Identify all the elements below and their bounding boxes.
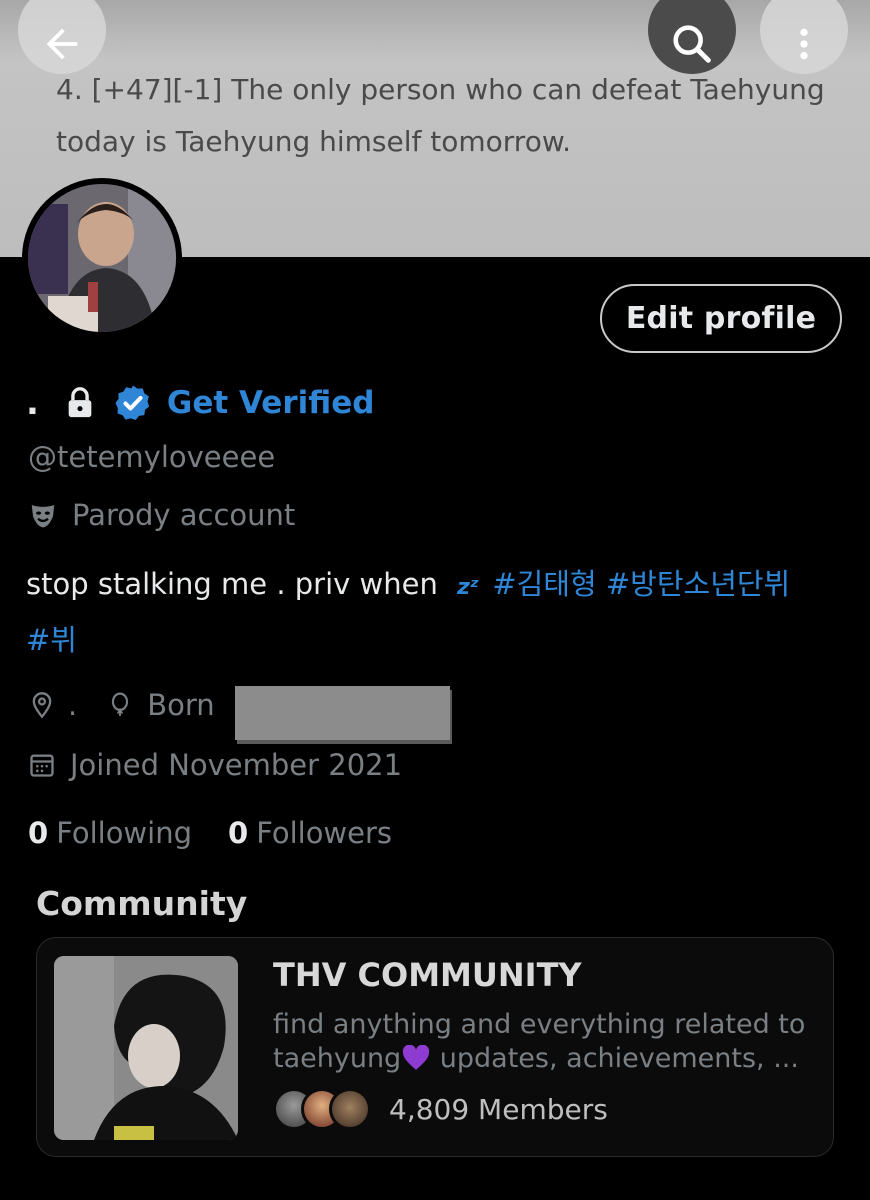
calendar-icon (30, 754, 54, 777)
followers-label: Followers (256, 816, 393, 850)
joined-date: Joined November 2021 (70, 748, 403, 782)
parody-account-text: Parody account (72, 498, 296, 532)
location-birthday-row: . Born (28, 688, 215, 722)
profile-screen: 4. [+47][-1] The only person who can def… (0, 0, 870, 1200)
community-name: THV COMMUNITY (273, 956, 582, 994)
display-name: . (26, 383, 39, 423)
born-label: Born (147, 688, 215, 722)
community-description: find anything and everything related to … (273, 1008, 823, 1076)
arrow-left-icon (46, 28, 78, 60)
name-row: . Get Verified (26, 378, 374, 428)
members-count: 4,809 Members (389, 1092, 608, 1126)
zzz-emoji: zᶻ (457, 575, 480, 600)
banner-quote-line1: 4. [+47][-1] The only person who can def… (56, 73, 825, 106)
banner-gradient (0, 0, 870, 60)
member-avatar (329, 1088, 371, 1130)
community-description-post: updates, achievements, ... (431, 1043, 799, 1074)
avatar-photo-shapes (28, 184, 176, 332)
hashtag-v[interactable]: #뷔 (26, 623, 77, 657)
community-image (54, 956, 238, 1140)
redaction-box (235, 686, 450, 740)
purple-heart-emoji (403, 1044, 430, 1070)
get-verified-link[interactable]: Get Verified (167, 385, 375, 421)
members-row: 4,809 Members (273, 1088, 608, 1130)
edit-profile-button[interactable]: Edit profile (600, 284, 842, 353)
following-label: Following (56, 816, 192, 850)
following-link[interactable]: 0 Following (28, 816, 192, 850)
more-vertical-icon (800, 28, 808, 60)
community-description-line2: taehyung updates, achievements, ... (273, 1042, 823, 1076)
balloon-icon (112, 692, 129, 716)
theater-mask-icon (31, 505, 55, 528)
lock-icon (68, 387, 92, 418)
user-handle: @tetemyloveeee (28, 440, 276, 474)
joined-row: Joined November 2021 (28, 748, 402, 782)
followers-link[interactable]: 0 Followers (228, 816, 392, 850)
search-icon (673, 25, 711, 63)
location-text: . (68, 688, 78, 722)
follow-stats: 0 Following 0 Followers (28, 816, 392, 850)
hashtag-bts-v[interactable]: #방탄소년단뷔 (606, 567, 790, 601)
banner-quote-line2: today is Taehyung himself tomorrow. (56, 125, 572, 158)
community-card[interactable]: THV COMMUNITY find anything and everythi… (36, 937, 834, 1157)
followers-count: 0 (228, 816, 249, 850)
following-count: 0 (28, 816, 49, 850)
verified-badge-icon[interactable] (113, 383, 153, 423)
banner-quote: 4. [+47][-1] The only person who can def… (56, 64, 846, 168)
community-description-pre: taehyung (273, 1043, 402, 1074)
bio-text: stop stalking me . priv when (26, 567, 438, 601)
community-heading: Community (36, 884, 248, 923)
hashtag-kimtaehyung[interactable]: #김태형 (492, 567, 596, 601)
avatar[interactable] (22, 178, 182, 338)
community-description-line1: find anything and everything related to (273, 1009, 806, 1040)
location-pin-icon (32, 692, 52, 719)
parody-label: Parody account (28, 498, 295, 532)
avatar-photo (28, 184, 176, 332)
bio: stop stalking me . priv when zᶻ #김태형 #방탄… (26, 558, 846, 666)
community-image-shapes (54, 956, 238, 1140)
